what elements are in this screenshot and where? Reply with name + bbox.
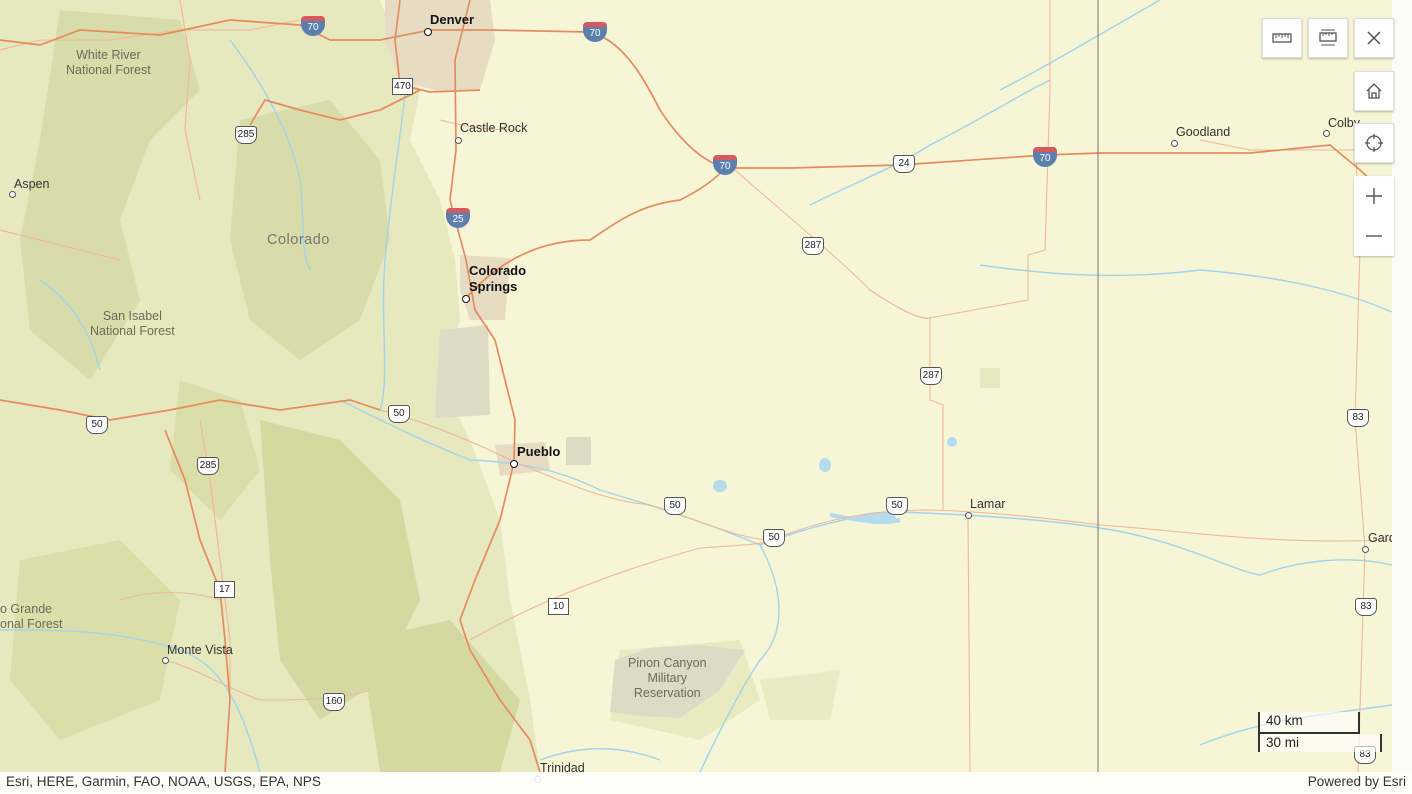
area-measure-icon (1319, 29, 1337, 46)
lake (819, 458, 831, 472)
city-marker (1323, 130, 1330, 137)
us-route-shield: 50 (388, 405, 410, 423)
us-route-shield: 83 (1355, 598, 1377, 616)
park-pinon-canyon: Pinon Canyon Military Reservation (628, 656, 707, 700)
grass-small (980, 368, 1000, 388)
scale-bar-mi: 30 mi (1258, 734, 1382, 752)
close-icon (1367, 31, 1381, 45)
us-route-shield: 285 (235, 126, 257, 144)
locate-button[interactable] (1354, 123, 1394, 163)
scale-bar: 40 km 30 mi (1258, 712, 1382, 756)
city-marker (162, 657, 169, 664)
city-marker (9, 191, 16, 198)
us-route-shield: 287 (802, 237, 824, 255)
grassland-patch (760, 670, 840, 720)
us-route-shield: 50 (763, 529, 785, 547)
measure-area-button[interactable] (1308, 18, 1348, 58)
city-marker (510, 460, 518, 468)
ruler-icon (1272, 33, 1292, 43)
interstate-shield: 70 (1033, 147, 1057, 167)
place-pueblo: Pueblo (517, 444, 561, 459)
city-marker (455, 137, 462, 144)
place-lamar: Lamar (970, 497, 1006, 511)
interstate-shield: 70 (301, 16, 325, 36)
map-edge-strip (1392, 0, 1412, 772)
park-san-isabel: San Isabel National Forest (90, 309, 175, 338)
home-icon (1366, 83, 1382, 99)
state-route-shield: 17 (214, 581, 235, 598)
region-colorado: Colorado (267, 232, 330, 248)
close-button[interactable] (1354, 18, 1394, 58)
map-app: Denver Castle Rock Colorado Springs Pueb… (0, 0, 1412, 794)
place-aspen: Aspen (14, 177, 50, 191)
park-rio-grande: o Grande onal Forest (0, 602, 63, 631)
place-castle-rock: Castle Rock (460, 121, 528, 135)
us-route-shield: 50 (86, 416, 108, 434)
us-route-shield: 50 (886, 497, 908, 515)
us-route-shield: 50 (664, 497, 686, 515)
city-marker (462, 295, 470, 303)
lake (713, 480, 727, 492)
zoom-in-button[interactable] (1354, 176, 1394, 216)
city-marker (1362, 546, 1369, 553)
military-pueblo-depot (566, 437, 591, 465)
city-marker (424, 28, 432, 36)
place-goodland: Goodland (1176, 125, 1231, 139)
us-route-shield: 160 (323, 693, 345, 711)
place-denver: Denver (430, 12, 475, 27)
map-view[interactable]: Denver Castle Rock Colorado Springs Pueb… (0, 0, 1412, 794)
plus-icon (1366, 188, 1382, 204)
attribution-sources[interactable]: Esri, HERE, Garmin, FAO, NOAA, USGS, EPA… (6, 774, 321, 789)
locate-icon (1365, 134, 1383, 152)
lake (947, 437, 957, 447)
us-route-shield: 83 (1347, 409, 1369, 427)
park-white-river: White River National Forest (66, 48, 151, 77)
us-route-shield: 24 (893, 155, 915, 173)
interstate-shield: 70 (713, 155, 737, 175)
zoom-controls (1354, 176, 1394, 256)
place-colorado-springs: Colorado Springs (469, 263, 527, 294)
zoom-out-button[interactable] (1354, 216, 1394, 256)
attribution-bar: Esri, HERE, Garmin, FAO, NOAA, USGS, EPA… (0, 772, 1412, 794)
interstate-shield: 25 (446, 208, 470, 228)
minus-icon (1366, 235, 1382, 237)
military-fort-carson (435, 325, 490, 418)
us-route-shield: 287 (920, 367, 942, 385)
state-route-shield: 470 (392, 78, 413, 95)
interstate-shield: 70 (583, 22, 607, 42)
city-marker (1171, 140, 1178, 147)
home-button[interactable] (1354, 71, 1394, 111)
measure-distance-button[interactable] (1262, 18, 1302, 58)
scale-mi-label: 30 mi (1266, 735, 1300, 750)
powered-by-esri[interactable]: Powered by Esri (1308, 774, 1406, 789)
place-monte-vista: Monte Vista (167, 643, 233, 657)
us-route-shield: 285 (197, 457, 219, 475)
city-marker (965, 512, 972, 519)
state-route-shield: 10 (548, 598, 569, 615)
scale-km-label: 40 km (1266, 713, 1303, 728)
scale-bar-km: 40 km (1258, 712, 1360, 734)
